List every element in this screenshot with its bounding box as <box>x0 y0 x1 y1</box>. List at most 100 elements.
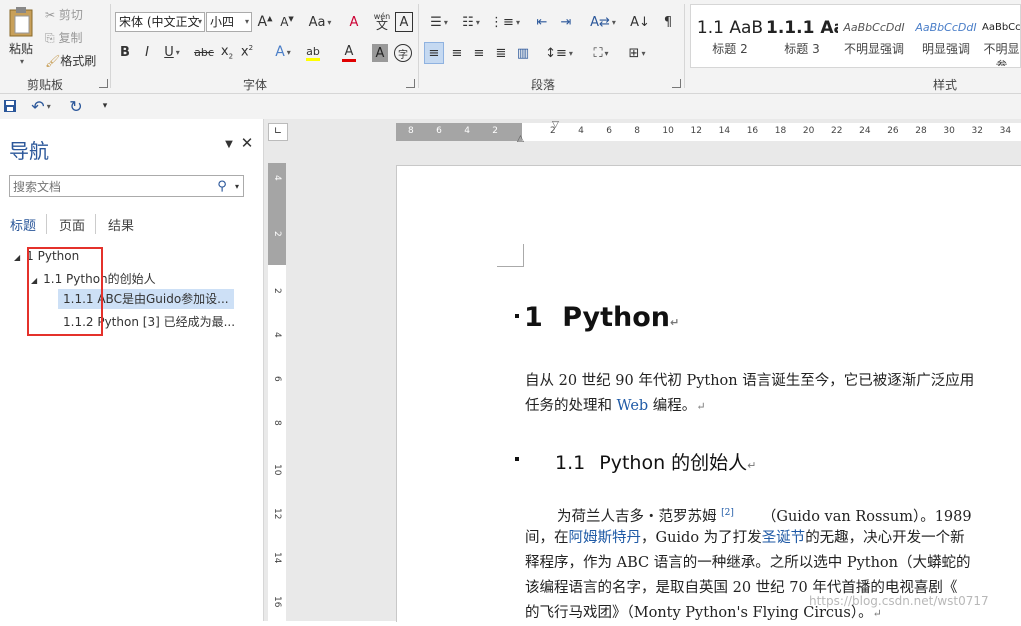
text-run: 任务的处理和 <box>525 398 617 414</box>
collapse-arrow-icon[interactable]: ◢ <box>14 253 20 262</box>
ruler-tick-label: 4 <box>578 126 584 136</box>
tab-results[interactable]: 结果 <box>108 215 134 234</box>
tab-pages[interactable]: 页面 <box>59 215 85 234</box>
ruler-tick-label: 8 <box>634 126 641 136</box>
amsterdam-link[interactable]: 阿姆斯特丹 <box>569 530 642 546</box>
paragraph-2-line-2[interactable]: 间，在阿姆斯特丹，Guido 为了打发圣诞节的无趣，决心开发一个新 <box>525 526 965 551</box>
subscript-icon: x2 <box>220 43 234 61</box>
align-right-icon: ≡ <box>473 45 485 61</box>
highlighter-icon: ab <box>306 45 320 58</box>
chevron-down-icon: ▾ <box>175 47 180 57</box>
heading-2[interactable]: 1.1 Python 的创始人↵ <box>555 448 756 475</box>
italic-button[interactable]: I <box>140 43 154 61</box>
copy-label: 复制 <box>58 31 83 45</box>
font-launcher-icon[interactable] <box>406 79 415 88</box>
font-size-combo[interactable]: 小四 ▾ <box>206 12 252 32</box>
font-color-bar <box>342 59 356 62</box>
paragraph-2-line-3[interactable]: 释程序，作为 ABC 语言的一种继承。之所以选中 Python（大蟒蛇的 <box>525 551 971 576</box>
paragraph-launcher-icon[interactable] <box>672 79 681 88</box>
tab-selector-button[interactable]: ∟ <box>268 123 288 141</box>
save-button[interactable] <box>2 98 18 114</box>
shrink-font-button[interactable]: A▼ <box>278 12 296 32</box>
highlight-button[interactable]: ab <box>300 43 326 63</box>
line-spacing-button[interactable]: ↕≡ ▾ <box>544 42 574 64</box>
undo-icon: ↶ <box>31 96 45 116</box>
indent-marker-icon[interactable]: △ <box>517 134 524 144</box>
align-left-button[interactable]: ≡ <box>424 42 444 64</box>
align-right-button[interactable]: ≡ <box>469 42 489 64</box>
nav-close-button[interactable]: ✕ <box>240 134 254 152</box>
annotation-highlight-box <box>27 247 103 336</box>
style-heading-2[interactable]: 1.1 AaB 标题 2 <box>694 10 766 66</box>
search-input[interactable] <box>10 176 215 198</box>
char-border-button[interactable]: A <box>395 12 413 32</box>
text-effects-button[interactable]: A ▾ <box>270 43 296 61</box>
distributed-button[interactable]: ▥ <box>513 42 533 64</box>
decrease-indent-button[interactable]: ⇤ <box>532 12 552 32</box>
format-painter-button[interactable]: 🖌格式刷 <box>45 52 96 69</box>
copy-button[interactable]: ⎘ 复制 <box>45 29 82 46</box>
undo-button[interactable]: ↶ ▾ <box>28 96 54 116</box>
style-heading-3[interactable]: 1.1.1 Aa 标题 3 <box>766 10 838 66</box>
chinese-layout-button[interactable]: A⇄ ▾ <box>588 12 618 32</box>
superscript-button[interactable]: x2 <box>239 43 255 61</box>
tab-headings[interactable]: 标题 <box>10 215 36 234</box>
bold-button[interactable]: B <box>118 43 132 61</box>
clear-formatting-button[interactable]: A <box>345 12 363 32</box>
style-subtle-reference[interactable]: AaBbCcDdI 不明显参 <box>982 10 1021 66</box>
nav-options-button[interactable]: ▼ <box>222 137 236 151</box>
style-intense-emphasis[interactable]: AaBbCcDdI 明显强调 <box>910 10 982 66</box>
chevron-down-icon[interactable]: ▾ <box>232 178 242 194</box>
paint-bucket-icon: ⛶ <box>593 45 603 61</box>
paste-button[interactable]: 粘贴 ▾ <box>4 4 38 68</box>
customize-qat-button[interactable]: ▾ <box>98 98 112 114</box>
paragraph-mark-icon: ↵ <box>696 400 706 413</box>
enclose-chars-button[interactable]: 字 <box>394 44 412 62</box>
strikethrough-button[interactable]: abc <box>192 43 216 61</box>
font-name-combo[interactable]: 宋体 (中文正文 ▾ <box>115 12 205 32</box>
subscript-button[interactable]: x2 <box>219 43 235 61</box>
document-page[interactable]: 1 Python↵ 自从 20 世纪 90 年代初 Python 语言诞生至今，… <box>396 165 1021 622</box>
char-shading-button[interactable]: A <box>372 44 388 62</box>
numbering-button[interactable]: ☷ ▾ <box>456 12 486 32</box>
christmas-link[interactable]: 圣诞节 <box>762 530 806 546</box>
scissors-icon: ✂ <box>45 8 56 22</box>
font-color-button[interactable]: A <box>336 43 362 63</box>
pilcrow-icon: ¶ <box>663 14 673 30</box>
grow-font-button[interactable]: A▲ <box>256 12 274 32</box>
citation-ref[interactable]: [2] <box>721 508 734 518</box>
margin-corner-mark <box>497 244 524 267</box>
shading-button[interactable]: ⛶ ▾ <box>586 42 616 64</box>
align-center-button[interactable]: ≡ <box>447 42 467 64</box>
show-marks-button[interactable]: ¶ <box>658 12 678 32</box>
change-case-button[interactable]: Aa ▾ <box>306 12 334 32</box>
nav-search-box[interactable]: ⚲ ▾ <box>9 175 244 198</box>
search-icon[interactable]: ⚲ <box>214 178 230 194</box>
ribbon: 粘贴 ▾ ✂ 剪切 ⎘ 复制 🖌格式刷 剪贴板 宋体 (中文正文 ▾ 小四 ▾ A▲… <box>0 0 1021 94</box>
web-link[interactable]: Web <box>617 398 649 414</box>
clipboard-launcher-icon[interactable] <box>99 79 108 88</box>
paragraph-1-line-1[interactable]: 自从 20 世纪 90 年代初 Python 语言诞生至今，它已被逐渐广泛应用 <box>525 369 974 394</box>
sort-icon: A↓ <box>630 14 650 30</box>
ruler-tick-label: 34 <box>999 126 1012 136</box>
chevron-down-icon: ▾ <box>286 47 291 57</box>
close-icon: ✕ <box>240 134 254 152</box>
paragraph-1-line-2[interactable]: 任务的处理和 Web 编程。↵ <box>525 394 706 419</box>
line-spacing-icon: ↕≡ <box>545 45 567 61</box>
borders-button[interactable]: ⊞ ▾ <box>622 42 652 64</box>
underline-button[interactable]: U ▾ <box>161 43 183 61</box>
redo-button[interactable]: ↻ <box>66 97 86 116</box>
style-subtle-emphasis[interactable]: AaBbCcDdI 不明显强调 <box>838 10 910 66</box>
bullets-button[interactable]: ☰ ▾ <box>424 12 454 32</box>
increase-indent-button[interactable]: ⇥ <box>556 12 576 32</box>
distributed-icon: ▥ <box>516 45 530 61</box>
align-center-icon: ≡ <box>451 45 463 61</box>
multilevel-list-button[interactable]: ⋮≡ ▾ <box>490 12 520 32</box>
justify-button[interactable]: ≣ <box>491 42 511 64</box>
ruler-tick-label: 28 <box>915 126 927 136</box>
sort-button[interactable]: A↓ <box>630 12 650 32</box>
cut-button[interactable]: ✂ 剪切 <box>45 6 83 23</box>
heading-1[interactable]: 1 Python↵ <box>524 302 679 333</box>
phonetic-guide-button[interactable]: wén 文 <box>372 10 392 32</box>
text-run: ，Guido 为了打发 <box>641 530 762 546</box>
